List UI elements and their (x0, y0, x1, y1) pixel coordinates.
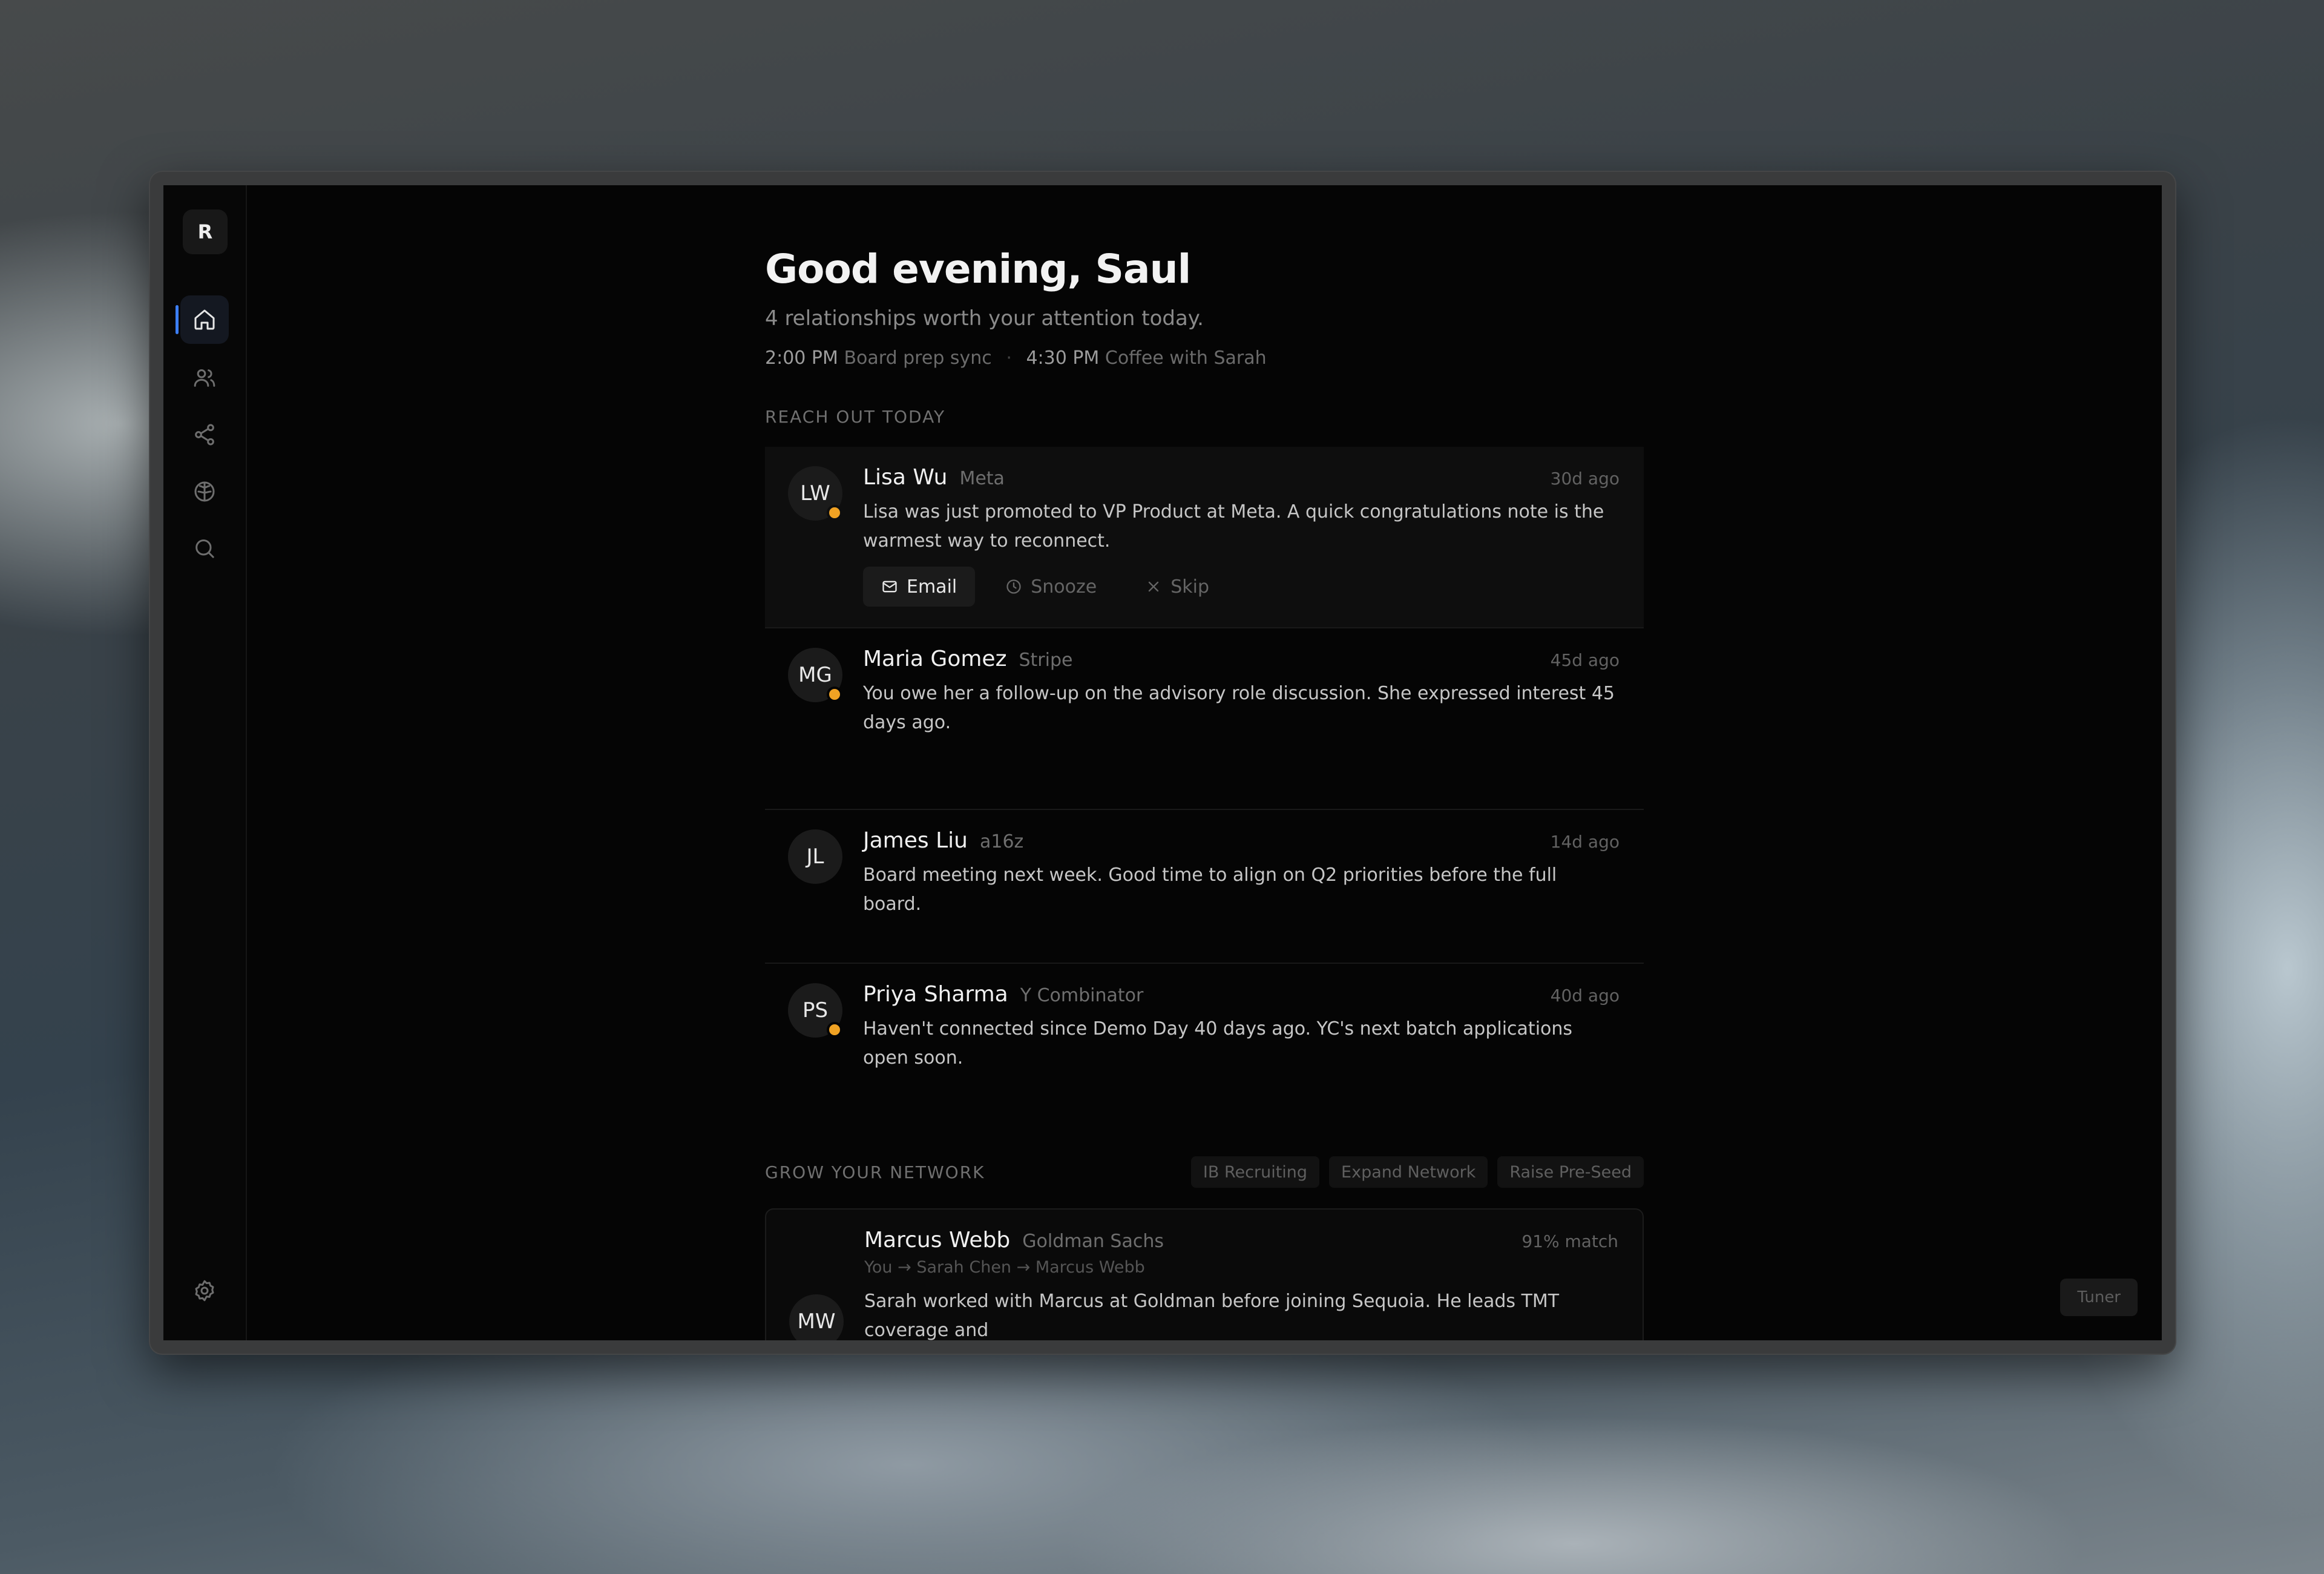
intro-path: You → Sarah Chen → Marcus Webb (864, 1258, 1145, 1277)
relationship-card-james-liu[interactable]: JL James Liu a16z 14d ago Board meeting … (765, 810, 1644, 964)
tuner-button[interactable]: Tuner (2060, 1279, 2138, 1316)
avatar: JL (788, 829, 842, 884)
chip-expand-network[interactable]: Expand Network (1329, 1156, 1488, 1188)
share-icon (195, 424, 214, 446)
goal-chips: IB Recruiting Expand Network Raise Pre-S… (1181, 1156, 1644, 1188)
status-dot (827, 687, 842, 702)
sidebar-item-brain[interactable] (180, 467, 229, 516)
app-screen: R Good evening, Saul 4 relationships wor… (163, 185, 2162, 1340)
skip-button[interactable]: Skip (1127, 567, 1227, 607)
event-title[interactable]: Coffee with Sarah (1105, 347, 1267, 369)
relationship-card-maria-gomez[interactable]: MG Maria Gomez Stripe 45d ago You owe he… (765, 628, 1644, 810)
event-title[interactable]: Board prep sync (844, 347, 991, 369)
skip-button-label: Skip (1170, 576, 1210, 598)
card-header: Maria Gomez Stripe 45d ago (863, 647, 1620, 671)
relationship-card-priya-sharma[interactable]: PS Priya Sharma Y Combinator 40d ago Hav… (765, 964, 1644, 1109)
last-contact-time: 30d ago (1550, 469, 1620, 489)
page-title: Good evening, Saul (765, 246, 1191, 292)
grow-section-label: GROW YOUR NETWORK (765, 1162, 985, 1182)
suggestion-message: You owe her a follow-up on the advisory … (863, 683, 1615, 733)
brain-icon (194, 481, 215, 502)
page-subtitle: 4 relationships worth your attention tod… (765, 306, 1204, 331)
suggestion-message: Lisa was just promoted to VP Product at … (863, 501, 1604, 552)
contact-company: a16z (979, 831, 1024, 852)
contact-name[interactable]: Maria Gomez (863, 647, 1006, 671)
card-header: James Liu a16z 14d ago (863, 828, 1620, 853)
match-score: 91% match (1521, 1231, 1618, 1251)
users-icon (194, 369, 215, 387)
avatar: MW (789, 1294, 844, 1340)
mail-icon (882, 581, 897, 593)
email-button-label: Email (907, 576, 957, 598)
reach-out-list: LW Lisa Wu Meta 30d ago Lisa was just pr… (765, 447, 1644, 1109)
relationship-card-lisa-wu[interactable]: LW Lisa Wu Meta 30d ago Lisa was just pr… (765, 447, 1644, 628)
contact-company: Meta (959, 468, 1005, 489)
app-logo[interactable]: R (183, 209, 228, 254)
contact-name[interactable]: James Liu (863, 828, 968, 853)
active-nav-indicator (176, 305, 179, 334)
introduction-card-marcus-webb[interactable]: MW Marcus Webb Goldman Sachs 91% match Y… (765, 1208, 1644, 1340)
email-button[interactable]: Email (863, 567, 976, 607)
app-window: R Good evening, Saul 4 relationships wor… (149, 171, 2176, 1355)
intro-message: Sarah worked with Marcus at Goldman befo… (864, 1291, 1560, 1340)
sidebar-item-network[interactable] (180, 410, 229, 459)
gear-icon (195, 1280, 214, 1302)
main-content: Good evening, Saul 4 relationships worth… (765, 185, 1644, 1340)
suggestion-message: Haven't connected since Demo Day 40 days… (863, 1018, 1573, 1069)
schedule-strip: 2:00 PM Board prep sync · 4:30 PM Coffee… (765, 347, 1267, 369)
contact-name[interactable]: Priya Sharma (863, 982, 1008, 1007)
status-dot (827, 1022, 842, 1038)
event-time: 2:00 PM (765, 347, 838, 369)
status-dot (827, 505, 842, 521)
sidebar: R (163, 185, 247, 1340)
suggestion-message: Board meeting next week. Good time to al… (863, 864, 1557, 915)
card-header: Lisa Wu Meta 30d ago (863, 465, 1620, 490)
settings-button[interactable] (180, 1266, 229, 1315)
contact-company: Stripe (1019, 650, 1073, 671)
search-icon (195, 539, 214, 558)
last-contact-time: 45d ago (1550, 650, 1620, 670)
last-contact-time: 14d ago (1550, 832, 1620, 852)
card-header: Priya Sharma Y Combinator 40d ago (863, 982, 1620, 1007)
contact-company: Y Combinator (1020, 985, 1144, 1006)
chip-ib-recruiting[interactable]: IB Recruiting (1190, 1156, 1320, 1188)
event-time: 4:30 PM (1026, 347, 1100, 369)
card-header: Marcus Webb Goldman Sachs 91% match (864, 1228, 1618, 1253)
card-actions: Email Snooze Skip (863, 567, 1239, 607)
snooze-button-label: Snooze (1031, 576, 1097, 598)
grow-network-header: GROW YOUR NETWORK IB Recruiting Expand N… (765, 1156, 1644, 1188)
reach-out-section-label: REACH OUT TODAY (765, 407, 946, 427)
clock-icon (1006, 579, 1021, 594)
close-icon (1149, 581, 1159, 592)
contact-company: Goldman Sachs (1022, 1231, 1164, 1252)
contact-name[interactable]: Marcus Webb (864, 1228, 1010, 1253)
sidebar-item-home[interactable] (180, 295, 229, 344)
contact-name[interactable]: Lisa Wu (863, 465, 947, 490)
home-icon (194, 309, 215, 330)
sidebar-item-people[interactable] (180, 354, 229, 402)
snooze-button[interactable]: Snooze (987, 567, 1115, 607)
sidebar-item-search[interactable] (180, 524, 229, 573)
separator: · (1006, 347, 1012, 369)
last-contact-time: 40d ago (1550, 986, 1620, 1006)
chip-raise-pre-seed[interactable]: Raise Pre-Seed (1497, 1156, 1644, 1188)
